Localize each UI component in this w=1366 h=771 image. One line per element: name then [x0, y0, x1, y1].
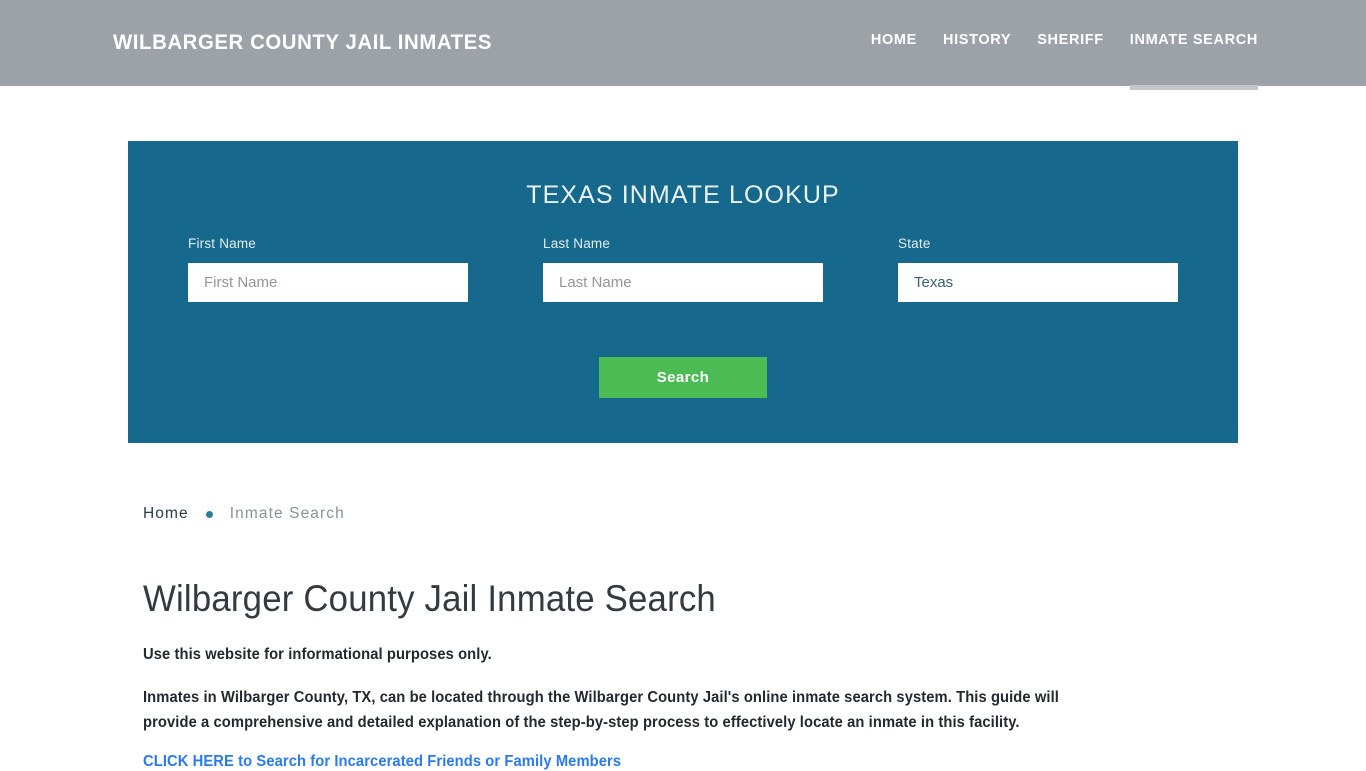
last-name-input[interactable] — [543, 263, 823, 302]
first-name-label: First Name — [188, 236, 257, 251]
nav-item-sheriff[interactable]: SHERIFF — [1024, 32, 1117, 48]
last-name-label: Last Name — [543, 236, 611, 251]
nav-item-home[interactable]: HOME — [858, 32, 930, 48]
state-select[interactable]: Texas — [898, 263, 1178, 302]
page-title: Wilbarger County Jail Inmate Search — [143, 578, 716, 619]
breadcrumb: Home Inmate Search — [143, 505, 345, 523]
first-name-field-group: First Name — [188, 236, 468, 302]
breadcrumb-item-current: Inmate Search — [229, 505, 345, 522]
header-inner: WILBARGER COUNTY JAIL INMATES HOME HISTO… — [0, 0, 1366, 90]
breadcrumb-separator-dot-icon — [205, 510, 213, 518]
main-content: Wilbarger County Jail Inmate Search Use … — [143, 578, 1153, 771]
main-navigation: HOME HISTORY SHERIFF INMATE SEARCH — [858, 32, 1259, 90]
state-label: State — [898, 236, 931, 251]
nav-item-inmate-search[interactable]: INMATE SEARCH — [1117, 32, 1259, 90]
description-paragraph: Inmates in Wilbarger County, TX, can be … — [143, 689, 1059, 731]
lookup-panel-title: TEXAS INMATE LOOKUP — [526, 181, 840, 209]
state-field-group: State Texas — [898, 236, 1178, 302]
last-name-field-group: Last Name — [543, 236, 823, 302]
cta-search-link[interactable]: CLICK HERE to Search for Incarcerated Fr… — [143, 753, 621, 771]
breadcrumb-item-home[interactable]: Home — [143, 505, 189, 523]
site-header: WILBARGER COUNTY JAIL INMATES HOME HISTO… — [0, 0, 1366, 90]
intro-paragraph: Use this website for informational purpo… — [143, 646, 492, 663]
site-brand-logo[interactable]: WILBARGER COUNTY JAIL INMATES — [113, 31, 492, 55]
inmate-lookup-panel: TEXAS INMATE LOOKUP First Name Last Name… — [128, 141, 1238, 443]
first-name-input[interactable] — [188, 263, 468, 302]
search-button[interactable]: Search — [599, 357, 767, 398]
nav-item-history[interactable]: HISTORY — [930, 32, 1024, 48]
